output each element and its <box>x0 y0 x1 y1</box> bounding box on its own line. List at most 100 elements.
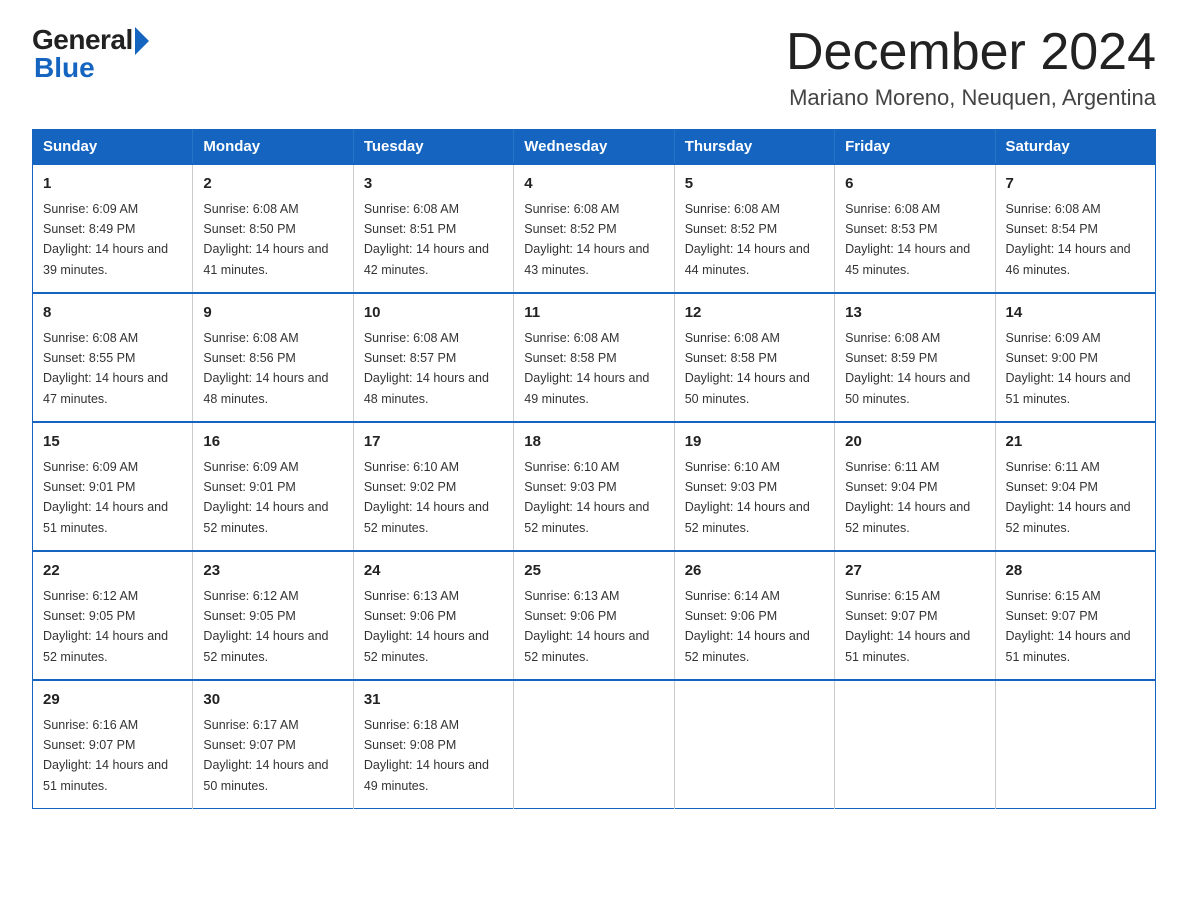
logo-triangle-icon <box>135 27 149 55</box>
day-number: 23 <box>203 560 342 583</box>
day-number: 6 <box>845 173 984 196</box>
calendar-cell: 13 Sunrise: 6:08 AMSunset: 8:59 PMDayligh… <box>835 293 995 422</box>
day-number: 1 <box>43 173 182 196</box>
calendar-cell: 8 Sunrise: 6:08 AMSunset: 8:55 PMDaylight… <box>33 293 193 422</box>
day-number: 15 <box>43 431 182 454</box>
day-number: 20 <box>845 431 984 454</box>
day-number: 30 <box>203 689 342 712</box>
calendar-cell: 30 Sunrise: 6:17 AMSunset: 9:07 PMDayligh… <box>193 680 353 809</box>
logo: General Blue <box>32 24 149 84</box>
calendar-cell: 22Sunrise: 6:12 AMSunset: 9:05 PMDayligh… <box>33 551 193 680</box>
day-info: Sunrise: 6:10 AMSunset: 9:03 PMDaylight:… <box>524 460 649 535</box>
day-info: Sunrise: 6:11 AMSunset: 9:04 PMDaylight:… <box>845 460 970 535</box>
day-info: Sunrise: 6:15 AMSunset: 9:07 PMDaylight:… <box>1006 589 1131 664</box>
day-number: 24 <box>364 560 503 583</box>
day-number: 10 <box>364 302 503 325</box>
title-block: December 2024 Mariano Moreno, Neuquen, A… <box>786 24 1156 111</box>
col-header-friday: Friday <box>835 130 995 165</box>
calendar-cell: 31 Sunrise: 6:18 AMSunset: 9:08 PMDayligh… <box>353 680 513 809</box>
page-header: General Blue December 2024 Mariano Moren… <box>32 24 1156 111</box>
day-info: Sunrise: 6:10 AMSunset: 9:02 PMDaylight:… <box>364 460 489 535</box>
calendar-cell: 21Sunrise: 6:11 AMSunset: 9:04 PMDayligh… <box>995 422 1155 551</box>
day-info: Sunrise: 6:08 AMSunset: 8:54 PMDaylight:… <box>1006 202 1131 277</box>
calendar-cell: 6 Sunrise: 6:08 AMSunset: 8:53 PMDaylight… <box>835 164 995 293</box>
day-number: 11 <box>524 302 663 325</box>
calendar-cell: 2 Sunrise: 6:08 AMSunset: 8:50 PMDaylight… <box>193 164 353 293</box>
calendar-cell <box>995 680 1155 809</box>
day-number: 8 <box>43 302 182 325</box>
col-header-wednesday: Wednesday <box>514 130 674 165</box>
day-info: Sunrise: 6:09 AMSunset: 9:01 PMDaylight:… <box>203 460 328 535</box>
day-info: Sunrise: 6:08 AMSunset: 8:53 PMDaylight:… <box>845 202 970 277</box>
calendar-cell <box>835 680 995 809</box>
day-info: Sunrise: 6:09 AMSunset: 8:49 PMDaylight:… <box>43 202 168 277</box>
col-header-tuesday: Tuesday <box>353 130 513 165</box>
calendar-cell: 10 Sunrise: 6:08 AMSunset: 8:57 PMDayligh… <box>353 293 513 422</box>
day-info: Sunrise: 6:08 AMSunset: 8:57 PMDaylight:… <box>364 331 489 406</box>
day-number: 19 <box>685 431 824 454</box>
day-info: Sunrise: 6:10 AMSunset: 9:03 PMDaylight:… <box>685 460 810 535</box>
day-number: 26 <box>685 560 824 583</box>
day-info: Sunrise: 6:17 AMSunset: 9:07 PMDaylight:… <box>203 718 328 793</box>
calendar-cell: 5 Sunrise: 6:08 AMSunset: 8:52 PMDaylight… <box>674 164 834 293</box>
day-info: Sunrise: 6:08 AMSunset: 8:58 PMDaylight:… <box>524 331 649 406</box>
calendar-week-row: 22 Sunrise: 6:12 AMSunset: 9:05 PMDayligh… <box>33 551 1156 680</box>
day-number: 28 <box>1006 560 1145 583</box>
calendar-cell: 24 Sunrise: 6:13 AMSunset: 9:06 PMDayligh… <box>353 551 513 680</box>
calendar-week-row: 8 Sunrise: 6:08 AMSunset: 8:55 PMDaylight… <box>33 293 1156 422</box>
calendar-cell: 11 Sunrise: 6:08 AMSunset: 8:58 PMDayligh… <box>514 293 674 422</box>
col-header-monday: Monday <box>193 130 353 165</box>
day-info: Sunrise: 6:12 AMSunset: 9:05 PMDaylight:… <box>203 589 328 664</box>
day-number: 22 <box>43 560 182 583</box>
day-number: 27 <box>845 560 984 583</box>
day-number: 5 <box>685 173 824 196</box>
calendar-cell: 14Sunrise: 6:09 AMSunset: 9:00 PMDayligh… <box>995 293 1155 422</box>
col-header-saturday: Saturday <box>995 130 1155 165</box>
day-info: Sunrise: 6:08 AMSunset: 8:51 PMDaylight:… <box>364 202 489 277</box>
calendar-cell: 15 Sunrise: 6:09 AMSunset: 9:01 PMDayligh… <box>33 422 193 551</box>
day-number: 9 <box>203 302 342 325</box>
day-number: 4 <box>524 173 663 196</box>
day-info: Sunrise: 6:08 AMSunset: 8:50 PMDaylight:… <box>203 202 328 277</box>
logo-blue-text: Blue <box>34 52 95 84</box>
calendar-cell <box>674 680 834 809</box>
calendar-cell: 29 Sunrise: 6:16 AMSunset: 9:07 PMDayligh… <box>33 680 193 809</box>
calendar-cell: 20 Sunrise: 6:11 AMSunset: 9:04 PMDayligh… <box>835 422 995 551</box>
calendar-cell: 23 Sunrise: 6:12 AMSunset: 9:05 PMDayligh… <box>193 551 353 680</box>
day-info: Sunrise: 6:16 AMSunset: 9:07 PMDaylight:… <box>43 718 168 793</box>
day-number: 12 <box>685 302 824 325</box>
page-subtitle: Mariano Moreno, Neuquen, Argentina <box>786 85 1156 111</box>
col-header-thursday: Thursday <box>674 130 834 165</box>
day-info: Sunrise: 6:08 AMSunset: 8:55 PMDaylight:… <box>43 331 168 406</box>
col-header-sunday: Sunday <box>33 130 193 165</box>
day-number: 17 <box>364 431 503 454</box>
calendar-cell: 28 Sunrise: 6:15 AMSunset: 9:07 PMDayligh… <box>995 551 1155 680</box>
day-number: 25 <box>524 560 663 583</box>
calendar-cell: 27Sunrise: 6:15 AMSunset: 9:07 PMDayligh… <box>835 551 995 680</box>
calendar-cell: 17 Sunrise: 6:10 AMSunset: 9:02 PMDayligh… <box>353 422 513 551</box>
calendar-table: SundayMondayTuesdayWednesdayThursdayFrid… <box>32 129 1156 809</box>
day-number: 31 <box>364 689 503 712</box>
day-info: Sunrise: 6:18 AMSunset: 9:08 PMDaylight:… <box>364 718 489 793</box>
day-info: Sunrise: 6:13 AMSunset: 9:06 PMDaylight:… <box>364 589 489 664</box>
day-info: Sunrise: 6:09 AMSunset: 9:00 PMDaylight:… <box>1006 331 1131 406</box>
calendar-week-row: 1 Sunrise: 6:09 AMSunset: 8:49 PMDaylight… <box>33 164 1156 293</box>
day-number: 13 <box>845 302 984 325</box>
day-info: Sunrise: 6:08 AMSunset: 8:56 PMDaylight:… <box>203 331 328 406</box>
calendar-cell: 25 Sunrise: 6:13 AMSunset: 9:06 PMDayligh… <box>514 551 674 680</box>
day-number: 29 <box>43 689 182 712</box>
calendar-cell: 12Sunrise: 6:08 AMSunset: 8:58 PMDayligh… <box>674 293 834 422</box>
day-info: Sunrise: 6:11 AMSunset: 9:04 PMDaylight:… <box>1006 460 1131 535</box>
day-info: Sunrise: 6:08 AMSunset: 8:52 PMDaylight:… <box>524 202 649 277</box>
calendar-cell: 9 Sunrise: 6:08 AMSunset: 8:56 PMDaylight… <box>193 293 353 422</box>
calendar-header-row: SundayMondayTuesdayWednesdayThursdayFrid… <box>33 130 1156 165</box>
day-info: Sunrise: 6:09 AMSunset: 9:01 PMDaylight:… <box>43 460 168 535</box>
day-number: 2 <box>203 173 342 196</box>
calendar-cell: 7Sunrise: 6:08 AMSunset: 8:54 PMDaylight… <box>995 164 1155 293</box>
calendar-week-row: 15 Sunrise: 6:09 AMSunset: 9:01 PMDayligh… <box>33 422 1156 551</box>
day-info: Sunrise: 6:08 AMSunset: 8:59 PMDaylight:… <box>845 331 970 406</box>
day-info: Sunrise: 6:08 AMSunset: 8:52 PMDaylight:… <box>685 202 810 277</box>
calendar-week-row: 29 Sunrise: 6:16 AMSunset: 9:07 PMDayligh… <box>33 680 1156 809</box>
calendar-cell: 16Sunrise: 6:09 AMSunset: 9:01 PMDayligh… <box>193 422 353 551</box>
day-info: Sunrise: 6:13 AMSunset: 9:06 PMDaylight:… <box>524 589 649 664</box>
